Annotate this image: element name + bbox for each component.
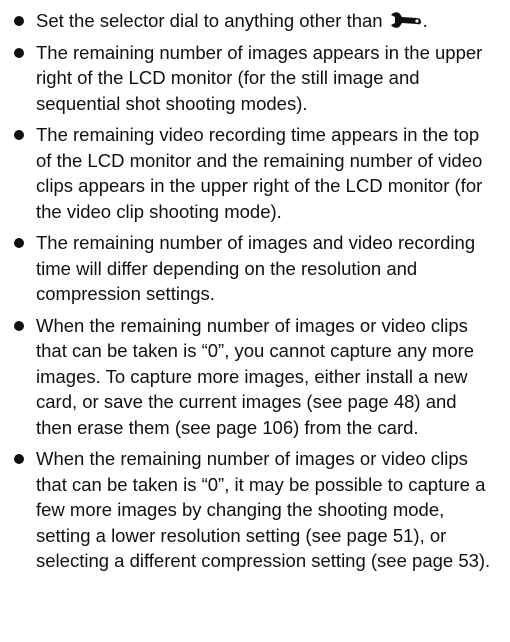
bullet-text: When the remaining number of images or v… <box>36 314 475 438</box>
wrench-icon <box>389 10 423 30</box>
bullet-text: When the remaining number of images or v… <box>36 448 491 571</box>
bullet-text: The remaining number of images appears i… <box>36 41 483 114</box>
manual-page: Set the selector dial to anything other … <box>0 0 510 642</box>
bullet-dot-icon <box>14 238 24 248</box>
bullet-dot-icon <box>14 454 24 464</box>
bullet-item-video-time: The remaining video recording time appea… <box>12 122 496 224</box>
bullet-text: Set the selector dial to anything other … <box>36 10 383 31</box>
bullet-dot-icon <box>14 16 24 26</box>
bullet-dot-icon <box>14 130 24 140</box>
bullet-item-zero-remaining: When the remaining number of images or v… <box>12 313 496 441</box>
bullet-item-resolution-difference: The remaining number of images and video… <box>12 230 496 307</box>
bullet-item-selector-dial: Set the selector dial to anything other … <box>12 8 496 34</box>
bullet-suffix: . <box>422 10 428 31</box>
bullet-text: The remaining video recording time appea… <box>36 124 483 222</box>
bullet-dot-icon <box>14 320 24 331</box>
bullet-dot-icon <box>14 47 24 58</box>
bullet-list: Set the selector dial to anything other … <box>12 8 496 574</box>
bullet-text: The remaining number of images and video… <box>36 232 476 304</box>
bullet-item-capture-more: When the remaining number of images or v… <box>12 446 496 574</box>
bullet-item-remaining-images: The remaining number of images appears i… <box>12 40 496 117</box>
